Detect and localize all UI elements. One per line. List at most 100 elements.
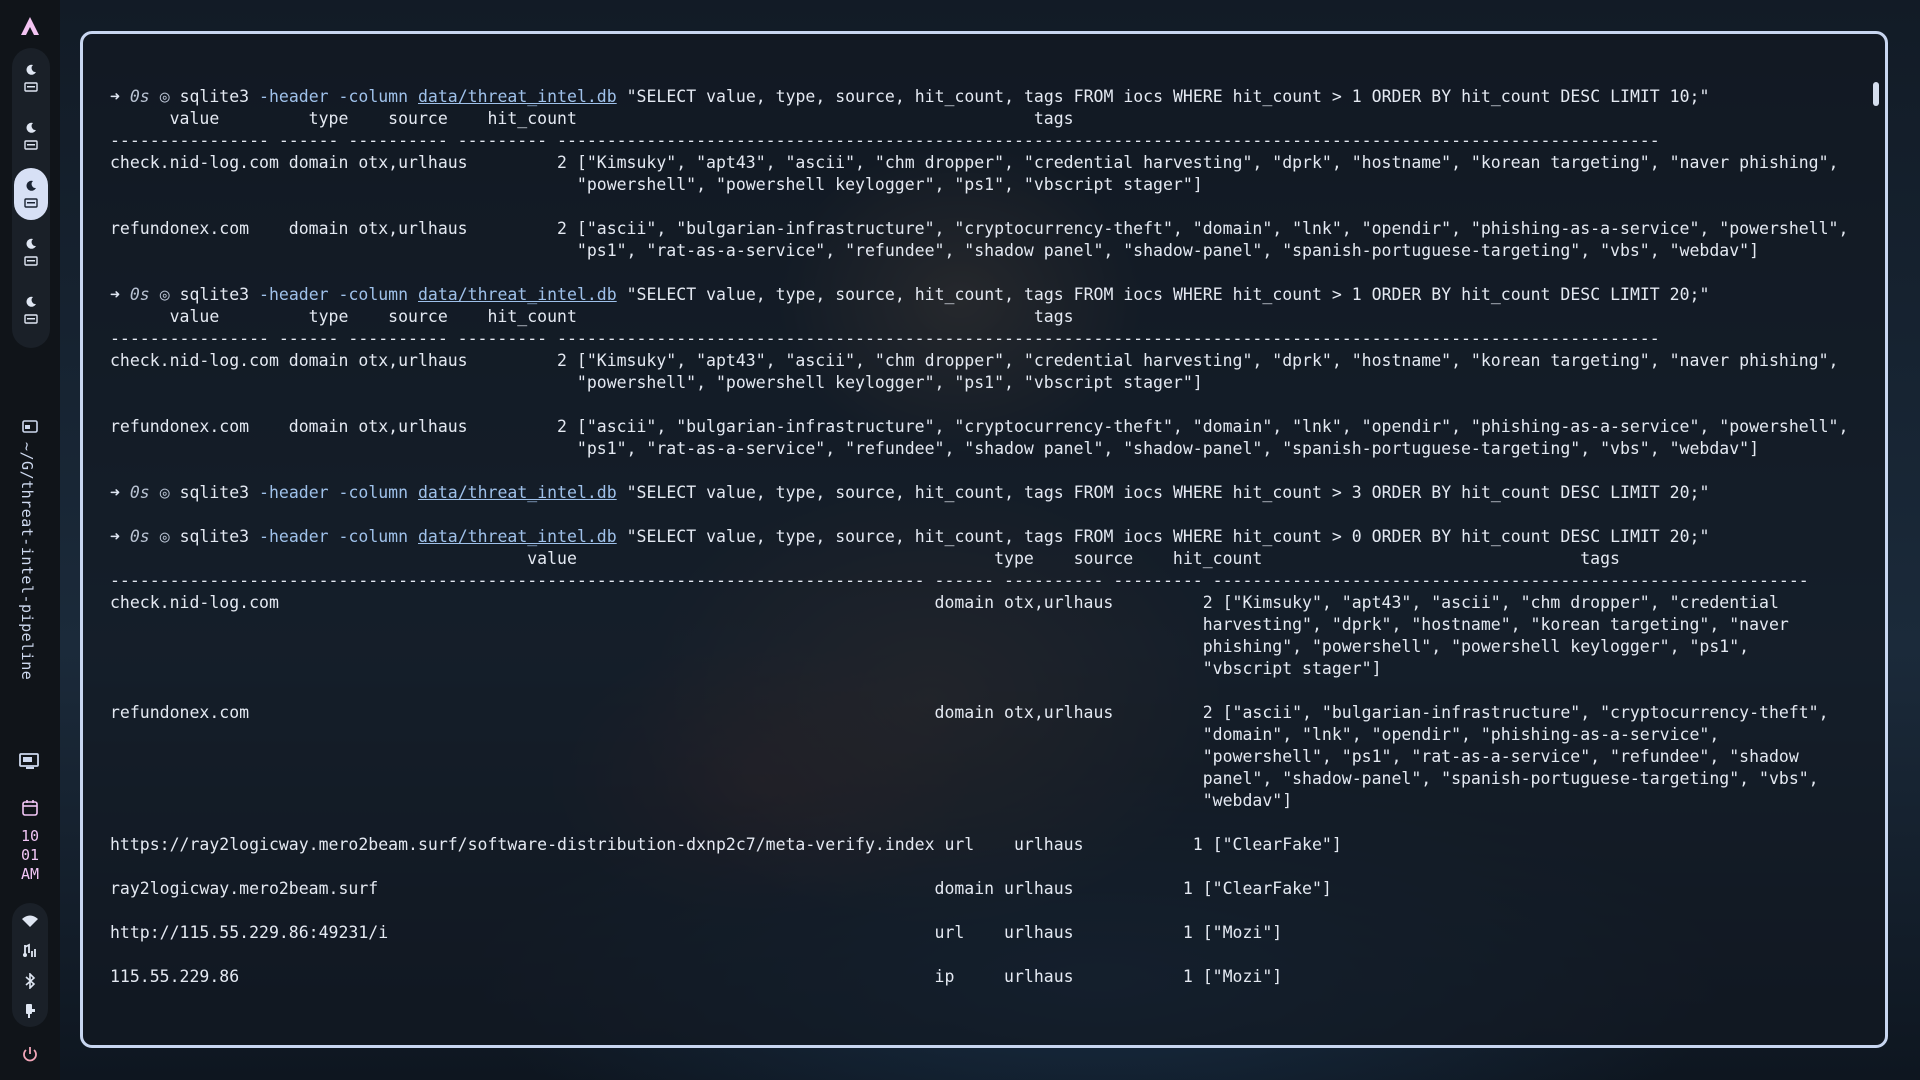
output-line: refundonex.com domain otx,urlhaus 2 ["as… bbox=[110, 219, 1849, 238]
clock[interactable]: 10 01 AM bbox=[14, 827, 46, 884]
workspace-5[interactable] bbox=[14, 284, 48, 336]
command-program: sqlite3 bbox=[179, 527, 250, 546]
output-line: "ps1", "rat-as-a-service", "refundee", "… bbox=[110, 241, 1760, 260]
moon-icon bbox=[26, 238, 36, 249]
workspace-3[interactable] bbox=[14, 168, 48, 220]
output-line: "ps1", "rat-as-a-service", "refundee", "… bbox=[110, 439, 1760, 458]
prompt-separator: ◎ bbox=[159, 483, 170, 502]
sql-query: "SELECT value, type, source, hit_count, … bbox=[626, 285, 1710, 304]
output-line: "powershell", "powershell keylogger", "p… bbox=[110, 373, 1203, 392]
output-line: 115.55.229.86 ip urlhaus 1 ["Mozi"] bbox=[110, 967, 1283, 986]
output-line: https://ray2logicway.mero2beam.surf/soft… bbox=[110, 835, 1342, 854]
command-flags: -header -column bbox=[259, 285, 409, 304]
database-path-link[interactable]: data/threat_intel.db bbox=[418, 87, 617, 106]
output-line: ray2logicway.mero2beam.surf domain urlha… bbox=[110, 879, 1332, 898]
clock-hour: 10 bbox=[20, 827, 40, 845]
window-icon bbox=[24, 256, 38, 266]
workspace-1[interactable] bbox=[14, 52, 48, 104]
monitor-icon[interactable] bbox=[18, 752, 42, 772]
output-line: refundonex.com domain otx,urlhaus 2 ["as… bbox=[110, 417, 1849, 436]
output-line: harvesting", "dprk", "hostname", "korean… bbox=[110, 615, 1789, 634]
terminal-window[interactable]: ➜ 0s ◎ sqlite3 -header -column data/thre… bbox=[80, 31, 1888, 1048]
output-line: "webdav"] bbox=[110, 791, 1293, 810]
shell-prompt-line: ➜ 0s ◎ sqlite3 -header -column data/thre… bbox=[110, 526, 1865, 548]
workspace-4[interactable] bbox=[14, 226, 48, 278]
sql-query: "SELECT value, type, source, hit_count, … bbox=[626, 483, 1710, 502]
prompt-arrow: ➜ bbox=[110, 483, 120, 502]
sql-query: "SELECT value, type, source, hit_count, … bbox=[626, 527, 1710, 546]
window-icon bbox=[24, 140, 38, 150]
prompt-arrow: ➜ bbox=[110, 527, 120, 546]
command-program: sqlite3 bbox=[179, 483, 250, 502]
elapsed-time: 0s bbox=[129, 483, 150, 502]
window-icon bbox=[24, 198, 38, 208]
wifi-icon[interactable] bbox=[21, 913, 39, 929]
output-line: check.nid-log.com domain otx,urlhaus 2 [… bbox=[110, 351, 1839, 370]
output-line: "powershell", "ps1", "rat-as-a-service",… bbox=[110, 747, 1799, 766]
audio-icon[interactable] bbox=[22, 943, 38, 959]
command-program: sqlite3 bbox=[179, 87, 250, 106]
command-flags: -header -column bbox=[259, 483, 409, 502]
output-line: ----------------------------------------… bbox=[110, 571, 1809, 590]
sql-query: "SELECT value, type, source, hit_count, … bbox=[626, 87, 1710, 106]
elapsed-time: 0s bbox=[129, 527, 150, 546]
clock-minute: 01 bbox=[20, 846, 40, 864]
clock-ampm: AM bbox=[20, 865, 40, 883]
output-line: "domain", "lnk", "opendir", "phishing-as… bbox=[110, 725, 1720, 744]
output-line: "vbscript stager"] bbox=[110, 659, 1382, 678]
window-icon bbox=[22, 420, 38, 433]
output-line: check.nid-log.com domain otx,urlhaus 2 [… bbox=[110, 153, 1839, 172]
shell-prompt-line: ➜ 0s ◎ sqlite3 -header -column data/thre… bbox=[110, 284, 1865, 306]
output-line: "powershell", "powershell keylogger", "p… bbox=[110, 175, 1203, 194]
shell-prompt-line: ➜ 0s ◎ sqlite3 -header -column data/thre… bbox=[110, 86, 1865, 108]
side-panel: ~/G/threat-intel-pipeline 10 01 AM bbox=[0, 0, 60, 1080]
output-line: ---------------- ------ ---------- -----… bbox=[110, 329, 1660, 348]
moon-icon bbox=[26, 180, 36, 191]
prompt-arrow: ➜ bbox=[110, 87, 120, 106]
calendar-icon[interactable] bbox=[20, 798, 40, 818]
prompt-arrow: ➜ bbox=[110, 285, 120, 304]
active-window-title[interactable]: ~/G/threat-intel-pipeline bbox=[18, 442, 36, 680]
window-icon bbox=[24, 82, 38, 92]
prompt-separator: ◎ bbox=[159, 285, 170, 304]
database-path-link[interactable]: data/threat_intel.db bbox=[418, 483, 617, 502]
terminal-scrollbar[interactable] bbox=[1873, 82, 1879, 106]
system-status bbox=[12, 903, 48, 1027]
output-line: refundonex.com domain otx,urlhaus 2 ["as… bbox=[110, 703, 1829, 722]
moon-icon bbox=[26, 122, 36, 133]
workspace-2[interactable] bbox=[14, 110, 48, 162]
window-icon bbox=[24, 314, 38, 324]
output-line: value type source hit_count tags bbox=[110, 549, 1620, 568]
prompt-separator: ◎ bbox=[159, 87, 170, 106]
output-line: check.nid-log.com domain otx,urlhaus 2 [… bbox=[110, 593, 1779, 612]
elapsed-time: 0s bbox=[129, 285, 150, 304]
battery-icon[interactable] bbox=[24, 1003, 36, 1019]
bluetooth-icon[interactable] bbox=[23, 973, 37, 989]
launcher-logo-icon[interactable] bbox=[20, 16, 40, 36]
output-line: value type source hit_count tags bbox=[110, 109, 1074, 128]
workspace-switcher bbox=[12, 48, 50, 348]
shell-prompt-line: ➜ 0s ◎ sqlite3 -header -column data/thre… bbox=[110, 482, 1865, 504]
output-line: http://115.55.229.86:49231/i url urlhaus… bbox=[110, 923, 1283, 942]
database-path-link[interactable]: data/threat_intel.db bbox=[418, 527, 617, 546]
command-flags: -header -column bbox=[259, 87, 409, 106]
power-icon[interactable] bbox=[20, 1044, 40, 1064]
output-line: value type source hit_count tags bbox=[110, 307, 1074, 326]
terminal-output[interactable]: ➜ 0s ◎ sqlite3 -header -column data/thre… bbox=[110, 86, 1865, 988]
output-line: ---------------- ------ ---------- -----… bbox=[110, 131, 1660, 150]
database-path-link[interactable]: data/threat_intel.db bbox=[418, 285, 617, 304]
elapsed-time: 0s bbox=[129, 87, 150, 106]
prompt-separator: ◎ bbox=[159, 527, 170, 546]
command-program: sqlite3 bbox=[179, 285, 250, 304]
output-line: phishing", "powershell", "powershell key… bbox=[110, 637, 1750, 656]
